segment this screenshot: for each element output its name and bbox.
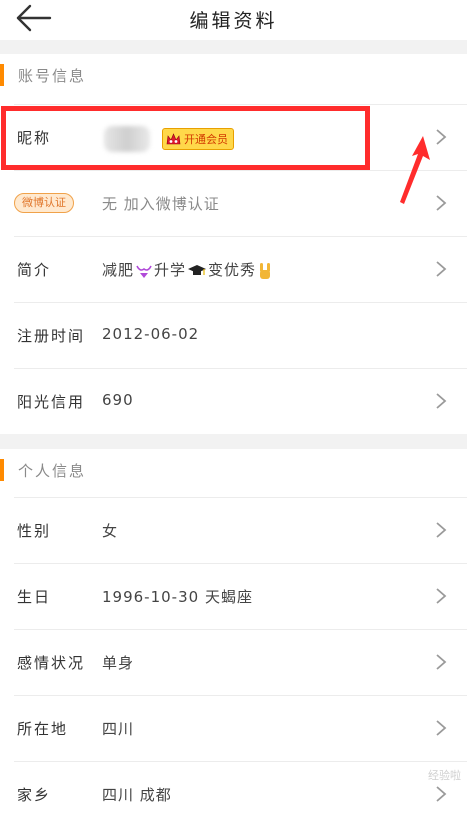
crown-icon [166, 132, 181, 144]
row-label-nickname: 昵称 [17, 129, 52, 147]
nickname-value-blurred [104, 126, 150, 152]
row-bio[interactable]: 简介 减肥 升学 变优秀 [0, 236, 467, 302]
chevron-right-icon [436, 195, 447, 211]
row-value-bio: 减肥 升学 变优秀 [102, 259, 274, 280]
row-value-register-date: 2012-06-02 [102, 325, 200, 343]
section-gap [0, 434, 467, 449]
row-value-sunshine-credit: 690 [102, 391, 134, 409]
row-label-gender: 性别 [17, 522, 52, 540]
row-value-hometown: 四川 成都 [102, 786, 172, 804]
top-bar: 编辑资料 [0, 0, 467, 40]
row-label-sunshine-credit: 阳光信用 [17, 393, 86, 411]
row-weibo-verify[interactable]: 微博认证 无 加入微博认证 [0, 170, 467, 236]
chevron-right-icon [436, 522, 447, 538]
chevron-right-icon [436, 720, 447, 736]
row-label-bio: 简介 [17, 261, 52, 279]
section-title-account: 账号信息 [18, 67, 87, 85]
chevron-right-icon [436, 588, 447, 604]
row-register-date: 注册时间 2012-06-02 [0, 302, 467, 368]
row-label-hometown: 家乡 [17, 786, 52, 804]
watermark: 经验啦 [428, 769, 461, 782]
chevron-right-icon [436, 786, 447, 802]
row-value-location: 四川 [102, 720, 135, 738]
section-header-account: 账号信息 [0, 54, 467, 94]
row-sunshine-credit[interactable]: 阳光信用 690 [0, 368, 467, 434]
section-accent-bar [0, 459, 4, 481]
section-gap [0, 40, 467, 54]
row-value-birthday: 1996-10-30 天蝎座 [102, 588, 253, 606]
weibo-verify-badge: 微博认证 [14, 193, 74, 213]
row-value-weibo-verify: 无 加入微博认证 [102, 195, 220, 213]
chevron-right-icon [436, 261, 447, 277]
section-accent-bar [0, 64, 4, 86]
row-label-relationship: 感情状况 [17, 654, 86, 672]
graduation-cap-emoji [188, 264, 207, 275]
open-vip-badge[interactable]: 开通会员 [162, 128, 234, 150]
rock-hand-emoji [260, 262, 271, 279]
page-title: 编辑资料 [189, 10, 278, 32]
row-birthday[interactable]: 生日 1996-10-30 天蝎座 [0, 563, 467, 629]
chevron-right-icon [436, 129, 447, 145]
section-title-personal: 个人信息 [18, 462, 87, 480]
bikini-emoji [136, 265, 152, 278]
row-value-relationship: 单身 [102, 654, 135, 672]
chevron-right-icon [436, 654, 447, 670]
row-hometown[interactable]: 家乡 四川 成都 [0, 761, 467, 824]
row-location[interactable]: 所在地 四川 [0, 695, 467, 761]
row-gender[interactable]: 性别 女 [0, 497, 467, 563]
row-label-register-date: 注册时间 [17, 327, 86, 345]
row-nickname[interactable]: 昵称 开通会员 [0, 104, 467, 170]
open-vip-label: 开通会员 [184, 133, 228, 146]
row-label-location: 所在地 [17, 720, 69, 738]
chevron-right-icon [436, 393, 447, 409]
row-value-gender: 女 [102, 522, 119, 540]
row-label-birthday: 生日 [17, 588, 52, 606]
row-relationship[interactable]: 感情状况 单身 [0, 629, 467, 695]
section-header-personal: 个人信息 [0, 449, 467, 489]
